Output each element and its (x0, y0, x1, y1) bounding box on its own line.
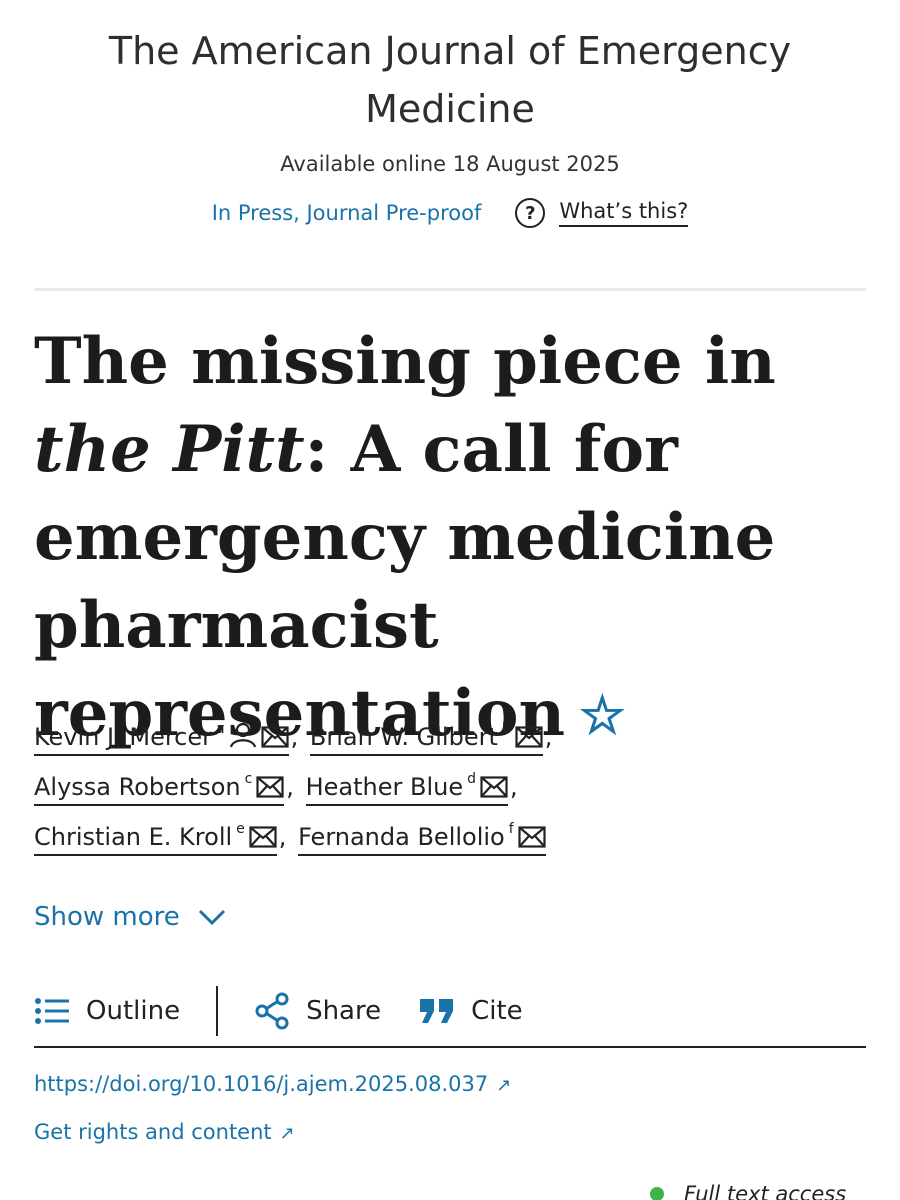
author-name: Heather Blue (305, 773, 464, 801)
affiliation-marker: f (508, 821, 514, 837)
toolbar-separator (216, 986, 219, 1036)
email-icon (480, 776, 508, 798)
author-name: Kevin J. Mercer (34, 723, 212, 751)
author-name: Christian E. Kroll (34, 823, 233, 851)
title-part-1: The missing piece in (34, 324, 776, 399)
external-link-icon: ↗ (279, 1123, 295, 1144)
show-more-label: Show more (34, 902, 180, 932)
whats-this-link[interactable]: What’s this? (559, 199, 689, 227)
affiliation-marker: b (501, 721, 511, 737)
outline-label: Outline (86, 996, 181, 1026)
author-name: Fernanda Bellolio (298, 823, 505, 851)
author-link[interactable]: Heather Blue d (305, 762, 508, 806)
email-icon (518, 826, 546, 848)
doi-link[interactable]: https://doi.org/10.1016/j.ajem.2025.08.0… (34, 1072, 511, 1096)
title-italic: the Pitt (34, 412, 305, 487)
cite-button[interactable]: Cite (419, 996, 523, 1026)
list-icon (35, 998, 69, 1024)
in-press-status-link[interactable]: In Press, Journal Pre-proof (212, 201, 482, 225)
author-list: Kevin J. Mercer a, Brian W. Gilbert b, Aly… (34, 712, 874, 862)
question-mark-icon[interactable]: ? (515, 198, 546, 228)
article-status-row: In Press, Journal Pre-proof ? What’s thi… (0, 198, 900, 228)
affiliation-marker: a (216, 721, 225, 737)
access-indicator: Full text access (650, 1182, 846, 1200)
article-title: The missing piece in the Pitt: A call fo… (34, 318, 834, 760)
quote-icon (420, 999, 454, 1023)
doi-url: https://doi.org/10.1016/j.ajem.2025.08.0… (34, 1072, 489, 1096)
email-icon (260, 726, 289, 748)
cite-label: Cite (471, 996, 523, 1026)
author-name: Alyssa Robertson (34, 773, 241, 801)
external-link-icon: ↗ (496, 1075, 512, 1096)
author-link[interactable]: Kevin J. Mercer a (34, 712, 289, 756)
author-link[interactable]: Alyssa Robertson c (34, 762, 285, 806)
show-more-button[interactable]: Show more (34, 902, 226, 932)
share-icon (255, 992, 289, 1030)
journal-title[interactable]: The American Journal of Emergency Medici… (40, 22, 860, 138)
chevron-down-icon (198, 909, 225, 926)
affiliation-marker: d (467, 771, 476, 787)
access-label: Full text access (684, 1182, 847, 1200)
article-toolbar: Outline Share Cite (34, 976, 866, 1048)
author-link[interactable]: Christian E. Kroll e (34, 812, 277, 856)
author-link[interactable]: Fernanda Bellolio f (298, 812, 546, 856)
rights-and-content-link[interactable]: Get rights and content ↗ (34, 1120, 295, 1144)
outline-button[interactable]: Outline (34, 996, 180, 1026)
email-icon (256, 776, 284, 798)
affiliation-marker: e (236, 821, 245, 837)
person-icon (229, 722, 256, 748)
author-link[interactable]: Brian W. Gilbert b (309, 712, 543, 756)
rights-label: Get rights and content (34, 1120, 272, 1144)
author-name: Brian W. Gilbert (309, 723, 498, 751)
share-label: Share (306, 996, 382, 1026)
header-divider (34, 288, 866, 291)
access-status-dot (650, 1187, 664, 1200)
affiliation-marker: c (244, 771, 253, 787)
email-icon (249, 826, 277, 848)
email-icon (515, 726, 543, 748)
share-button[interactable]: Share (254, 992, 381, 1030)
available-online-date: Available online 18 August 2025 (280, 152, 620, 176)
